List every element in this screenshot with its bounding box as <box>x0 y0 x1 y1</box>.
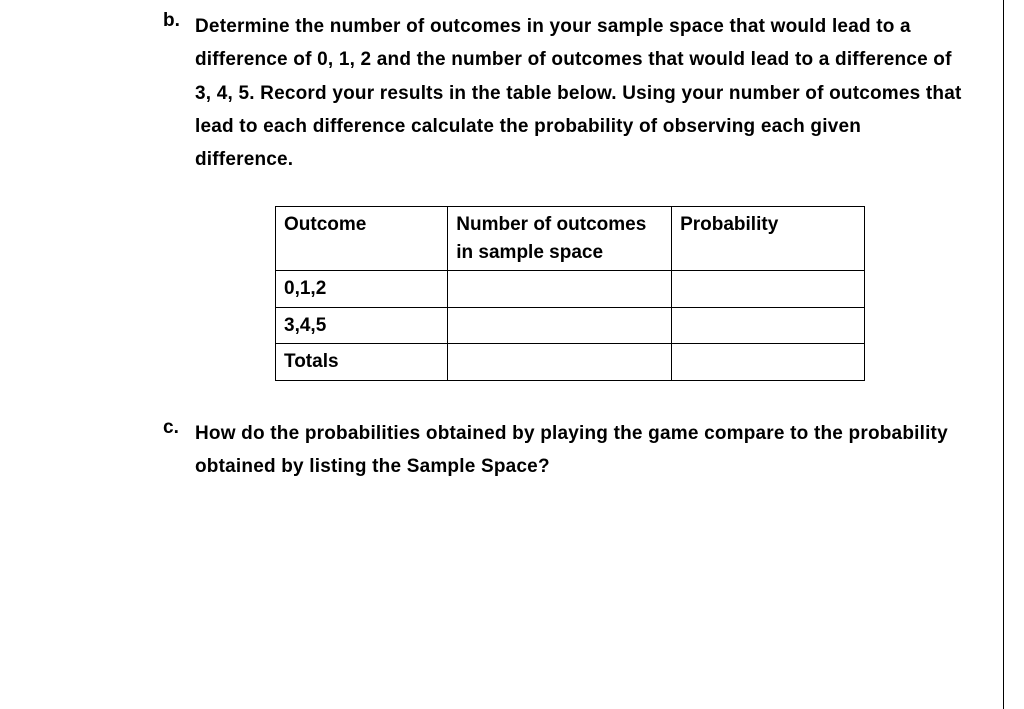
question-c-label: c. <box>163 417 179 439</box>
header-number-of-outcomes: Number of outcomes in sample space <box>448 207 672 271</box>
outcome-table-wrap: Outcome Number of outcomes in sample spa… <box>275 206 964 381</box>
question-b: b. Determine the number of outcomes in y… <box>195 10 964 381</box>
cell-prob-totals <box>672 344 865 381</box>
table-row: 0,1,2 <box>276 271 865 308</box>
header-probability: Probability <box>672 207 865 271</box>
page: b. Determine the number of outcomes in y… <box>0 0 1024 709</box>
cell-prob-012 <box>672 271 865 308</box>
question-c: c. How do the probabilities obtained by … <box>195 417 964 484</box>
table-row: Totals <box>276 344 865 381</box>
content-area: b. Determine the number of outcomes in y… <box>0 0 1024 483</box>
cell-prob-345 <box>672 307 865 344</box>
cell-outcome-012: 0,1,2 <box>276 271 448 308</box>
cell-outcome-totals: Totals <box>276 344 448 381</box>
cell-count-totals <box>448 344 672 381</box>
question-b-label: b. <box>163 10 180 32</box>
header-outcome: Outcome <box>276 207 448 271</box>
table-row: 3,4,5 <box>276 307 865 344</box>
outcome-table: Outcome Number of outcomes in sample spa… <box>275 206 865 381</box>
cell-count-345 <box>448 307 672 344</box>
question-b-text: Determine the number of outcomes in your… <box>195 10 964 176</box>
table-header-row: Outcome Number of outcomes in sample spa… <box>276 207 865 271</box>
question-c-text: How do the probabilities obtained by pla… <box>195 417 964 484</box>
cell-outcome-345: 3,4,5 <box>276 307 448 344</box>
cell-count-012 <box>448 271 672 308</box>
